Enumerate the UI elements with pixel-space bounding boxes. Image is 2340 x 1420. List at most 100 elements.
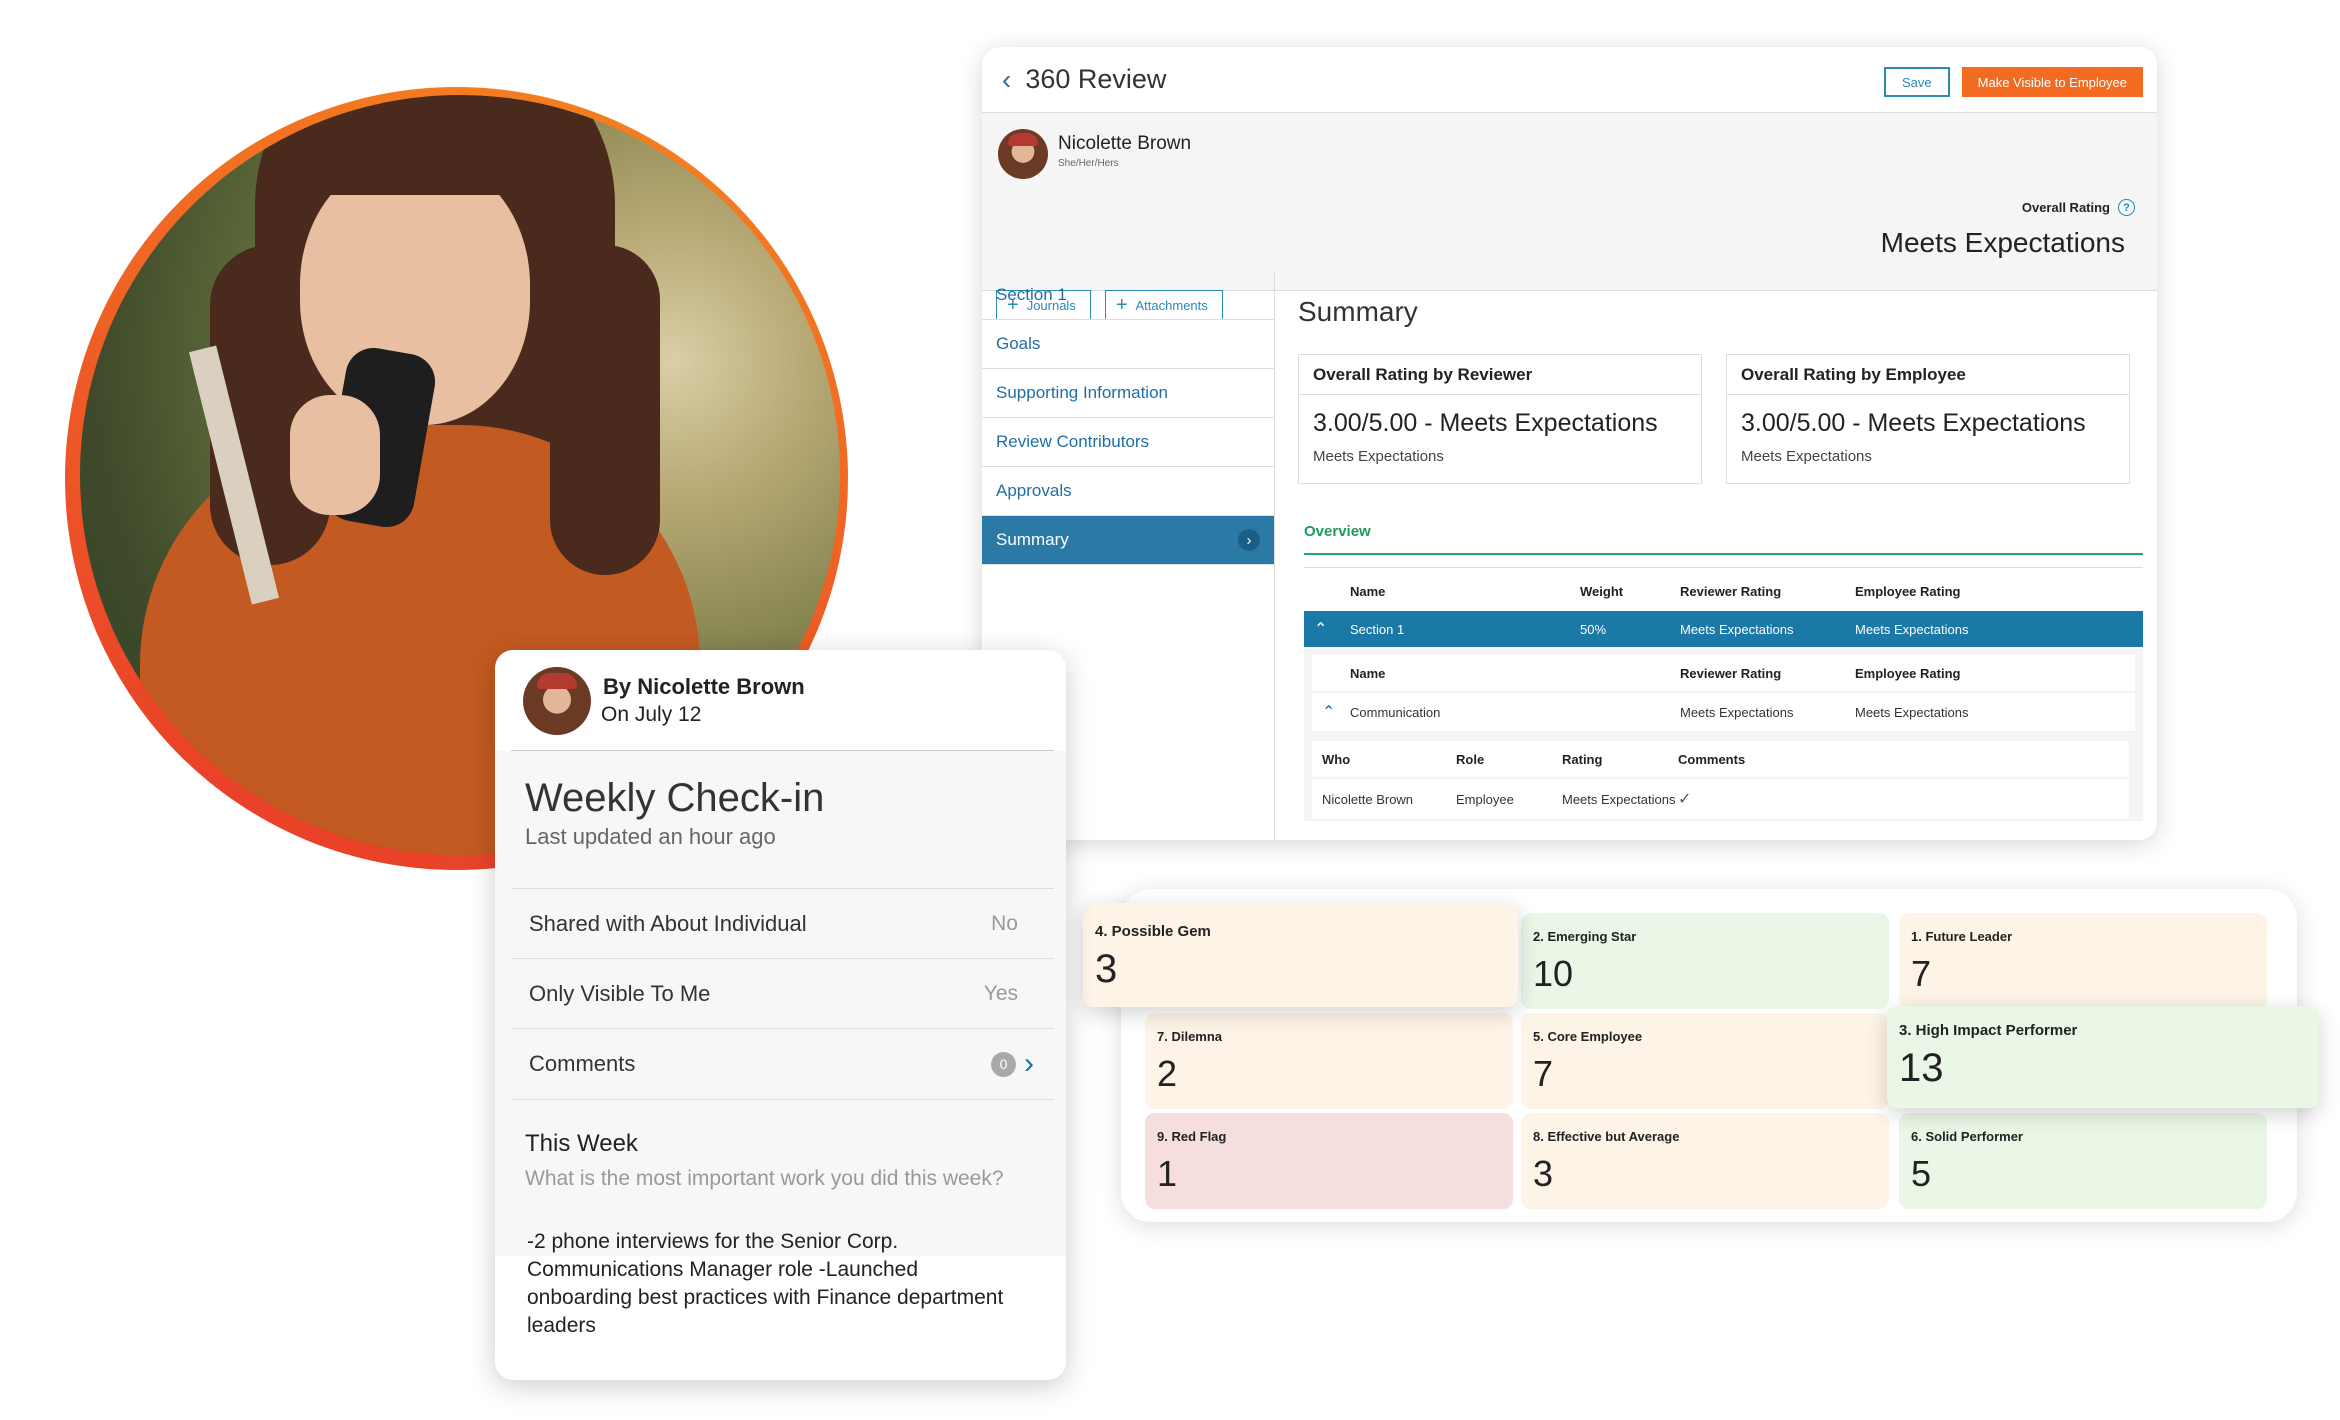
- col-comments: Comments: [1678, 751, 1746, 767]
- nine-box-cell-possible-gem[interactable]: 4. Possible Gem 3: [1083, 903, 1518, 1007]
- row-employee-rating: Meets Expectations: [1855, 704, 1969, 720]
- comments-row[interactable]: Comments 0 ›: [511, 1028, 1054, 1100]
- nine-box-cell-dilemna[interactable]: 7. Dilemna 2: [1145, 1013, 1513, 1109]
- row-role: Employee: [1456, 791, 1514, 807]
- col-weight: Weight: [1580, 583, 1624, 599]
- sidebar-item-label: Summary: [996, 530, 1069, 549]
- row-reviewer-rating: Meets Expectations: [1680, 704, 1794, 720]
- shared-with-value: No: [991, 911, 1018, 935]
- sidebar-item-section-1[interactable]: Section 1: [982, 271, 1274, 320]
- col-name: Name: [1350, 665, 1386, 681]
- page-title: 360 Review: [1025, 64, 1167, 94]
- review-panel: ‹ 360 Review Save Make Visible to Employ…: [982, 47, 2157, 840]
- row-who: Nicolette Brown: [1322, 791, 1414, 807]
- employee-name: Nicolette Brown: [1058, 133, 1192, 154]
- shared-with-label: Shared with About Individual: [529, 910, 807, 936]
- checkin-title: Weekly Check-in: [525, 776, 825, 820]
- table-row-section-1[interactable]: ⌃ Section 1 50% Meets Expectations Meets…: [1304, 611, 2143, 647]
- cell-label: 6. Solid Performer: [1911, 1129, 2023, 1144]
- sidebar-item-summary[interactable]: Summary ›: [982, 516, 1274, 565]
- this-week-question: What is the most important work you did …: [525, 1167, 1004, 1190]
- sidebar-item-review-contributors[interactable]: Review Contributors: [982, 418, 1274, 467]
- tab-underline: [1304, 553, 2143, 555]
- cell-label: 1. Future Leader: [1911, 929, 2013, 944]
- comments-count-badge: 0: [991, 1051, 1016, 1077]
- weekly-checkin-card: By Nicolette Brown On July 12 Weekly Che…: [495, 650, 1066, 1380]
- comments-label: Comments: [529, 1051, 636, 1076]
- employee-rating-title: Overall Rating by Employee: [1727, 355, 2129, 395]
- table-row-communication[interactable]: ⌃ Communication Meets Expectations Meets…: [1312, 693, 2135, 731]
- nine-box-cell-future-leader[interactable]: 1. Future Leader 7: [1899, 913, 2267, 1009]
- nine-box-cell-solid-performer[interactable]: 6. Solid Performer 5: [1899, 1113, 2267, 1209]
- col-who: Who: [1322, 751, 1351, 767]
- employee-pronouns: She/Her/Hers: [1058, 158, 1119, 169]
- row-weight: 50%: [1580, 621, 1607, 637]
- summary-content: Summary Overall Rating by Reviewer 3.00/…: [1298, 271, 2143, 840]
- sidebar-item-goals[interactable]: Goals: [982, 320, 1274, 369]
- this-week-title: This Week: [525, 1130, 638, 1157]
- comments-indicator: 0 ›: [991, 1047, 1034, 1081]
- nine-box-cell-red-flag[interactable]: 9. Red Flag 1: [1145, 1113, 1513, 1209]
- chevron-up-icon[interactable]: ⌃: [1322, 702, 1335, 722]
- reviewer-rating-title: Overall Rating by Reviewer: [1299, 355, 1701, 395]
- col-name: Name: [1350, 583, 1386, 599]
- row-name: Section 1: [1350, 621, 1405, 637]
- cell-label: 4. Possible Gem: [1095, 923, 1211, 940]
- employee-rating-card: Overall Rating by Employee 3.00/5.00 - M…: [1726, 354, 2130, 484]
- sidebar-item-approvals[interactable]: Approvals: [982, 467, 1274, 516]
- cell-value: 2: [1157, 1053, 1178, 1094]
- summary-title: Summary: [1298, 296, 1418, 327]
- overview-table-header: Name Weight Reviewer Rating Employee Rat…: [1304, 575, 2143, 607]
- row-reviewer-rating: Meets Expectations: [1680, 621, 1794, 637]
- cell-value: 3: [1533, 1153, 1554, 1194]
- cell-label: 8. Effective but Average: [1533, 1129, 1680, 1144]
- review-header: ‹ 360 Review Save Make Visible to Employ…: [982, 47, 2157, 113]
- divider: [1304, 567, 2143, 568]
- cell-value: 10: [1533, 953, 1574, 994]
- nine-box-cell-effective-but-average[interactable]: 8. Effective but Average 3: [1521, 1113, 1889, 1209]
- chevron-up-icon[interactable]: ⌃: [1314, 619, 1327, 639]
- save-button[interactable]: Save: [1884, 67, 1950, 97]
- make-visible-button[interactable]: Make Visible to Employee: [1961, 67, 2143, 97]
- employee-header: Nicolette Brown She/Her/Hers Overall Rat…: [982, 113, 2157, 320]
- cell-label: 5. Core Employee: [1533, 1029, 1643, 1044]
- col-employee-rating: Employee Rating: [1855, 583, 1961, 599]
- shared-with-row: Shared with About Individual No: [511, 888, 1054, 958]
- only-visible-row: Only Visible To Me Yes: [511, 958, 1054, 1028]
- cell-value: 1: [1157, 1153, 1178, 1194]
- cell-value: 3: [1095, 947, 1118, 991]
- reviewer-rating-value: 3.00/5.00 - Meets Expectations: [1313, 409, 1658, 437]
- col-reviewer-rating: Reviewer Rating: [1680, 665, 1782, 681]
- nine-box-cell-high-impact-performer[interactable]: 3. High Impact Performer 13: [1887, 1006, 2319, 1108]
- table-row-contributor[interactable]: Nicolette Brown Employee Meets Expectati…: [1312, 779, 2129, 819]
- reviewer-rating-sub: Meets Expectations: [1313, 448, 1444, 465]
- back-chevron-icon[interactable]: ‹: [1002, 64, 1011, 96]
- this-week-answer: -2 phone interviews for the Senior Corp.…: [527, 1230, 1004, 1337]
- cell-value: 7: [1911, 953, 1932, 994]
- sidebar-item-supporting-information[interactable]: Supporting Information: [982, 369, 1274, 418]
- cell-label: 7. Dilemna: [1157, 1029, 1223, 1044]
- col-rating: Rating: [1562, 751, 1603, 767]
- overall-rating-value: Meets Expectations: [1880, 227, 2125, 258]
- employee-rating-sub: Meets Expectations: [1741, 448, 1872, 465]
- row-name: Communication: [1350, 704, 1441, 720]
- checkin-date: On July 12: [601, 703, 702, 726]
- contributors-table-header: Who Role Rating Comments: [1312, 741, 2129, 777]
- overall-rating-label-text: Overall Rating: [2021, 200, 2110, 215]
- col-role: Role: [1456, 751, 1485, 767]
- reviewer-rating-card: Overall Rating by Reviewer 3.00/5.00 - M…: [1298, 354, 1702, 484]
- cell-label: 2. Emerging Star: [1533, 929, 1637, 944]
- col-reviewer-rating: Reviewer Rating: [1680, 583, 1782, 599]
- chevron-right-icon: ›: [1238, 529, 1260, 551]
- checkmark-icon: ✓: [1678, 791, 1692, 808]
- tab-overview[interactable]: Overview: [1304, 523, 1371, 540]
- col-employee-rating: Employee Rating: [1855, 665, 1961, 681]
- avatar: [998, 129, 1048, 179]
- help-icon[interactable]: ?: [2118, 199, 2135, 216]
- cell-value: 13: [1899, 1046, 1944, 1090]
- employee-rating-value: 3.00/5.00 - Meets Expectations: [1741, 409, 2086, 437]
- chevron-right-icon[interactable]: ›: [1024, 1047, 1034, 1081]
- nine-box-cell-core-employee[interactable]: 5. Core Employee 7: [1521, 1013, 1889, 1109]
- last-updated: Last updated an hour ago: [525, 824, 776, 849]
- nine-box-cell-emerging-star[interactable]: 2. Emerging Star 10: [1521, 913, 1889, 1009]
